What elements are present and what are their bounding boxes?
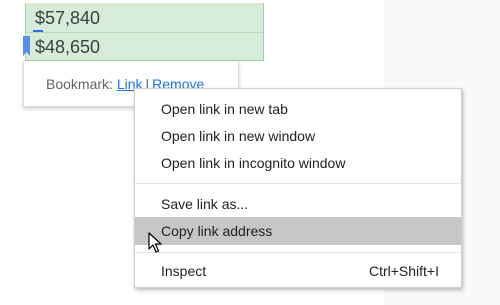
menu-item-label: Inspect (161, 263, 207, 279)
cell-value: $48,650 (35, 37, 101, 57)
bookmark-icon[interactable] (23, 36, 30, 56)
menu-item-open-new-tab[interactable]: Open link in new tab (135, 95, 461, 123)
menu-separator (135, 252, 461, 253)
menu-item-shortcut: Ctrl+Shift+I (368, 263, 439, 279)
mouse-pointer-icon (148, 232, 162, 253)
menu-item-inspect[interactable]: Inspect Ctrl+Shift+I (135, 257, 461, 285)
cell-value: $57,840 (35, 8, 101, 28)
menu-item-copy-link-address[interactable]: Copy link address (135, 217, 461, 245)
menu-item-open-incognito[interactable]: Open link in incognito window (135, 149, 461, 177)
menu-item-open-new-window[interactable]: Open link in new window (135, 122, 461, 150)
menu-item-label: Open link in new tab (161, 101, 288, 117)
sheet-cell[interactable]: $57,840 (25, 3, 264, 33)
menu-separator (135, 183, 461, 184)
sheet-cell[interactable]: $48,650 (25, 33, 264, 61)
menu-item-label: Copy link address (161, 223, 273, 239)
menu-item-label: Open link in incognito window (161, 155, 346, 171)
menu-item-save-link-as[interactable]: Save link as... (135, 190, 461, 218)
context-menu: Open link in new tab Open link in new wi… (134, 88, 462, 288)
menu-item-label: Save link as... (161, 196, 249, 212)
menu-item-label: Open link in new window (161, 128, 316, 144)
cell-marker (33, 30, 43, 32)
bookmark-label: Bookmark: (46, 76, 113, 92)
